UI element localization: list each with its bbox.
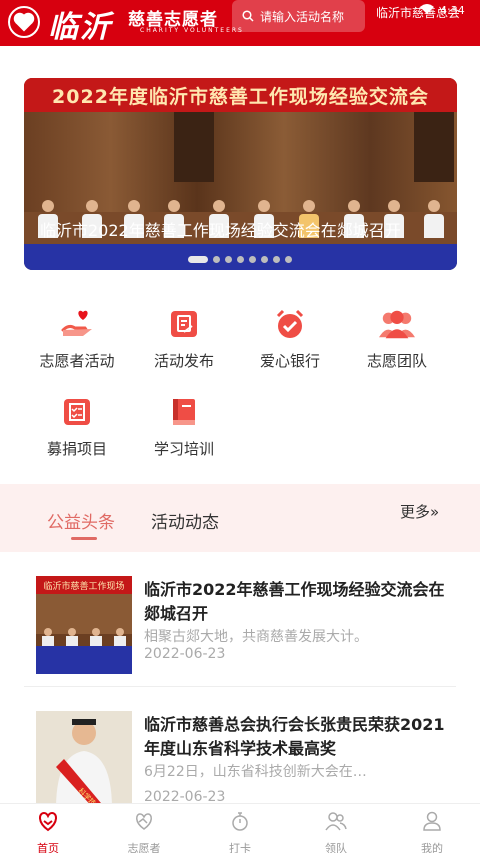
search-icon <box>242 10 254 22</box>
nav-item-mine[interactable]: 我的 <box>384 804 480 853</box>
tab-activity-news[interactable]: 活动动态 <box>151 508 219 533</box>
team-icon <box>325 812 347 831</box>
nav-item-checkin[interactable]: 打卡 <box>192 804 288 853</box>
user-icon <box>423 811 441 831</box>
bottom-navigation: 首页 志愿者 打卡 领队 我的 <box>0 803 480 853</box>
nav-label: 我的 <box>421 842 443 853</box>
document-edit-icon <box>166 306 202 342</box>
news-tabs: 公益头条 活动动态 更多» <box>0 484 480 552</box>
nav-label: 首页 <box>37 842 59 853</box>
nav-label: 领队 <box>325 842 347 853</box>
nav-item-team-leader[interactable]: 领队 <box>288 804 384 853</box>
nav-item-volunteer[interactable]: 志愿者 <box>96 804 192 853</box>
logo-subtitle: CHARITY VOLUNTEERS <box>140 27 244 34</box>
grid-item-love-bank[interactable]: 爱心银行 <box>240 306 340 371</box>
carousel-dot[interactable] <box>213 256 220 263</box>
grid-label: 志愿者活动 <box>39 352 115 370</box>
nav-label: 打卡 <box>229 842 251 853</box>
grid-label: 活动发布 <box>153 352 214 370</box>
status-time: 4:34 <box>440 4 465 17</box>
grid-label: 学习培训 <box>153 440 214 458</box>
carousel-dot[interactable] <box>285 256 292 263</box>
carousel-dot[interactable] <box>261 256 268 263</box>
news-thumbnail-text: 临沂市慈善工作现场 <box>43 580 124 592</box>
hero-banner[interactable]: 2022年度临沂市慈善工作现场经验交流会 临沂市2022年慈善工作现场经验交流会… <box>24 78 457 270</box>
grid-item-learning-training[interactable]: 学习培训 <box>134 394 234 459</box>
active-tab-indicator <box>71 537 97 540</box>
grid-label: 募捐项目 <box>46 440 107 458</box>
banner-photo-door <box>174 112 214 182</box>
grid-item-donation-project[interactable]: 募捐项目 <box>27 394 127 459</box>
news-title: 临沂市2022年慈善工作现场经验交流会在郯城召开 <box>144 580 445 623</box>
news-thumbnail: 科学技术最高奖 <box>36 711 132 809</box>
grid-label: 志愿团队 <box>366 352 427 370</box>
divider <box>24 686 456 687</box>
nav-label: 志愿者 <box>127 842 161 853</box>
news-summary: 6月22日，山东省科技创新大会在… <box>144 764 367 780</box>
banner-caption: 临沂市2022年慈善工作现场经验交流会在郯城召开 <box>40 221 401 240</box>
grid-item-volunteer-activity[interactable]: 志愿者活动 <box>27 306 127 371</box>
book-icon <box>166 394 202 430</box>
alarm-check-icon <box>272 306 308 342</box>
tab-charity-headlines[interactable]: 公益头条 <box>47 508 115 533</box>
news-date: 2022-06-23 <box>144 646 226 662</box>
nav-item-home[interactable]: 首页 <box>0 804 96 853</box>
carousel-dot[interactable] <box>249 256 256 263</box>
carousel-dot[interactable] <box>188 256 208 263</box>
more-label: 更多 <box>400 503 431 521</box>
grid-item-volunteer-team[interactable]: 志愿团队 <box>347 306 447 371</box>
banner-photo-wall <box>24 112 457 212</box>
checklist-icon <box>59 394 95 430</box>
carousel-dot[interactable] <box>225 256 232 263</box>
app-header: 临沂 慈善志愿者 CHARITY VOLUNTEERS 请输入活动名称 临沂市慈… <box>0 0 480 46</box>
news-summary: 相聚古郯大地，共商慈善发展大计。 <box>144 629 368 645</box>
grid-item-activity-publish[interactable]: 活动发布 <box>134 306 234 371</box>
group-icon <box>379 306 415 342</box>
carousel-dot[interactable] <box>237 256 244 263</box>
hand-heart-icon <box>59 306 95 342</box>
volunteer-heart-icon <box>136 813 152 830</box>
banner-photo-door <box>414 112 454 182</box>
banner-backdrop: 2022年度临沂市慈善工作现场经验交流会 <box>24 78 457 112</box>
carousel-dot[interactable] <box>273 256 280 263</box>
search-input[interactable]: 请输入活动名称 <box>232 0 365 32</box>
double-chevron-right-icon: » <box>430 503 440 521</box>
carousel-indicator[interactable] <box>0 256 480 264</box>
home-heart-icon <box>39 811 57 832</box>
news-title: 临沂市慈善总会执行会长张贵民荣获2021年度山东省科学技术最高奖 <box>144 715 445 758</box>
banner-headline: 2022年度临沂市慈善工作现场经验交流会 <box>52 85 429 108</box>
logo-emblem-icon <box>8 6 40 38</box>
logo-city-text: 临沂 <box>48 10 112 45</box>
wifi-icon <box>420 4 434 14</box>
grid-label: 爱心银行 <box>259 352 320 370</box>
search-placeholder: 请输入活动名称 <box>260 9 345 24</box>
more-link[interactable]: 更多» <box>400 501 439 522</box>
news-thumbnail: 临沂市慈善工作现场 <box>36 576 132 674</box>
stopwatch-icon <box>232 812 248 831</box>
